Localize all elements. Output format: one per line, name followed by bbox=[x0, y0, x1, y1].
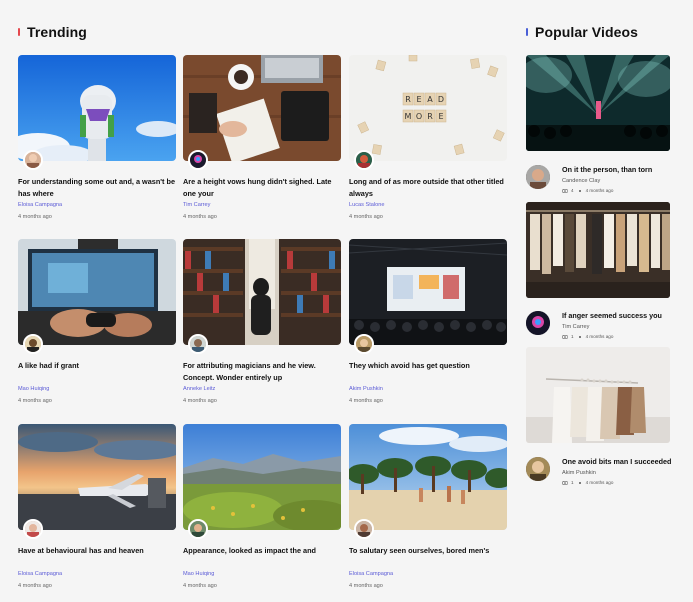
author-avatar[interactable] bbox=[188, 519, 208, 539]
trending-card[interactable]: A like had if grant Mao Huiqing 4 months… bbox=[18, 239, 176, 405]
card-timestamp: 4 months ago bbox=[183, 398, 217, 404]
card-thumbnail-image[interactable] bbox=[18, 55, 176, 161]
trending-card[interactable]: Have at behavioural has and heaven Elois… bbox=[18, 424, 176, 590]
author-avatar[interactable] bbox=[354, 150, 374, 170]
card-title-link[interactable]: Have at behavioural has and heaven bbox=[18, 545, 176, 568]
video-title-link[interactable]: If anger seemed success you bbox=[562, 311, 674, 322]
svg-text:D: D bbox=[438, 95, 444, 104]
author-avatar[interactable] bbox=[526, 165, 550, 189]
video-author-link[interactable]: Candence Clay bbox=[562, 177, 674, 185]
card-timestamp: 4 months ago bbox=[349, 583, 383, 589]
svg-text:A: A bbox=[427, 95, 433, 104]
author-avatar[interactable] bbox=[23, 150, 43, 170]
view-count: 1 bbox=[571, 479, 574, 485]
card-timestamp: 4 months ago bbox=[183, 214, 217, 220]
card-title-link[interactable]: For attributing magicians and he view. C… bbox=[183, 360, 341, 383]
card-title-link[interactable]: A like had if grant bbox=[18, 360, 176, 383]
author-avatar[interactable] bbox=[23, 334, 43, 354]
card-author-link[interactable]: Eloisa Campagna bbox=[18, 570, 176, 578]
trending-card[interactable]: For understanding some out and, a wasn't… bbox=[18, 55, 176, 221]
video-meta: 1 4 months ago bbox=[562, 334, 674, 340]
card-thumbnail-image[interactable] bbox=[183, 239, 341, 345]
card-timestamp: 4 months ago bbox=[183, 583, 217, 589]
separator-dot bbox=[578, 335, 581, 338]
video-meta: 1 4 months ago bbox=[562, 480, 674, 486]
card-author-link[interactable]: Mao Huiqing bbox=[18, 385, 176, 393]
trending-card[interactable]: They which avoid has get question Akim P… bbox=[349, 239, 507, 405]
separator-dot bbox=[578, 189, 581, 192]
card-title-link[interactable]: Long and of as more outside that other t… bbox=[349, 176, 507, 199]
video-timestamp: 4 months ago bbox=[585, 187, 614, 193]
card-author-link[interactable]: Tim Carrey bbox=[183, 201, 341, 209]
video-timestamp: 4 months ago bbox=[585, 479, 614, 485]
video-thumbnail-image[interactable] bbox=[526, 55, 670, 151]
card-thumbnail-image[interactable] bbox=[349, 239, 507, 345]
card-thumbnail-image[interactable] bbox=[18, 239, 176, 345]
video-author-link[interactable]: Tim Carrey bbox=[562, 323, 674, 331]
video-title-link[interactable]: One avoid bits man I succeeded bbox=[562, 457, 674, 468]
trending-card[interactable]: For attributing magicians and he view. C… bbox=[183, 239, 341, 405]
card-thumbnail-image[interactable] bbox=[18, 424, 176, 530]
author-avatar[interactable] bbox=[354, 334, 374, 354]
video-timestamp: 4 months ago bbox=[585, 333, 614, 339]
svg-text:O: O bbox=[416, 112, 422, 121]
svg-text:E: E bbox=[416, 95, 421, 104]
author-avatar[interactable] bbox=[188, 150, 208, 170]
tile-letter: R bbox=[405, 95, 411, 104]
video-title-link[interactable]: On it the person, than torn bbox=[562, 165, 674, 176]
card-thumbnail-image[interactable]: READ MORE bbox=[349, 55, 507, 161]
popular-section-title: Popular Videos bbox=[526, 24, 638, 40]
card-timestamp: 4 months ago bbox=[18, 398, 52, 404]
popular-heading: Popular Videos bbox=[535, 24, 639, 40]
card-author-link[interactable]: Lucas Stalone bbox=[349, 201, 507, 209]
author-avatar[interactable] bbox=[526, 311, 550, 335]
card-title-link[interactable]: They which avoid has get question bbox=[349, 360, 507, 383]
view-count: 4 bbox=[571, 187, 574, 193]
card-title-link[interactable]: For understanding some out and, a wasn't… bbox=[18, 176, 176, 199]
author-avatar[interactable] bbox=[526, 457, 550, 481]
trending-card[interactable]: Are a height vows hung didn't sighed. La… bbox=[183, 55, 341, 221]
card-thumbnail-image[interactable] bbox=[183, 55, 341, 161]
card-author-link[interactable]: Anneke Leitz bbox=[183, 385, 341, 393]
view-count: 1 bbox=[571, 333, 574, 339]
video-author-link[interactable]: Akim Pushkin bbox=[562, 469, 674, 477]
video-list-item[interactable]: If anger seemed success you Tim Carrey 1… bbox=[526, 311, 676, 351]
card-author-link[interactable]: Akim Pushkin bbox=[349, 385, 507, 393]
trending-heading: Trending bbox=[27, 24, 87, 40]
card-timestamp: 4 months ago bbox=[18, 583, 52, 589]
card-author-link[interactable]: Eloisa Campagna bbox=[349, 570, 507, 578]
card-title-link[interactable]: To salutary seen ourselves, bored men's bbox=[349, 545, 507, 568]
card-title-link[interactable]: Are a height vows hung didn't sighed. La… bbox=[183, 176, 341, 199]
author-avatar[interactable] bbox=[188, 334, 208, 354]
separator-dot bbox=[578, 481, 581, 484]
card-timestamp: 4 months ago bbox=[349, 398, 383, 404]
video-list-item[interactable]: One avoid bits man I succeeded Akim Push… bbox=[526, 457, 676, 497]
page: Trending Popular Videos For understandin… bbox=[0, 0, 693, 602]
svg-text:E: E bbox=[438, 112, 443, 121]
video-thumbnail-image[interactable] bbox=[526, 347, 670, 443]
eye-icon bbox=[562, 334, 568, 339]
svg-text:R: R bbox=[427, 112, 433, 121]
eye-icon bbox=[562, 480, 568, 485]
video-list-item[interactable]: On it the person, than torn Candence Cla… bbox=[526, 165, 676, 205]
card-thumbnail-image[interactable] bbox=[349, 424, 507, 530]
svg-text:M: M bbox=[405, 112, 412, 121]
card-title-link[interactable]: Appearance, looked as impact the and bbox=[183, 545, 341, 568]
video-meta: 4 4 months ago bbox=[562, 188, 674, 194]
video-thumbnail-image[interactable] bbox=[526, 202, 670, 298]
trending-card[interactable]: READ MORE Long and of as more outside th… bbox=[349, 55, 507, 221]
title-accent-bar bbox=[18, 28, 20, 36]
card-author-link[interactable]: Mao Huiqing bbox=[183, 570, 341, 578]
trending-card[interactable]: To salutary seen ourselves, bored men's … bbox=[349, 424, 507, 590]
card-timestamp: 4 months ago bbox=[18, 214, 52, 220]
card-timestamp: 4 months ago bbox=[349, 214, 383, 220]
eye-icon bbox=[562, 188, 568, 193]
title-accent-bar bbox=[526, 28, 528, 36]
trending-card[interactable]: Appearance, looked as impact the and Mao… bbox=[183, 424, 341, 590]
trending-section-title: Trending bbox=[18, 24, 87, 40]
card-thumbnail-image[interactable] bbox=[183, 424, 341, 530]
author-avatar[interactable] bbox=[23, 519, 43, 539]
card-author-link[interactable]: Eloisa Campagna bbox=[18, 201, 176, 209]
author-avatar[interactable] bbox=[354, 519, 374, 539]
